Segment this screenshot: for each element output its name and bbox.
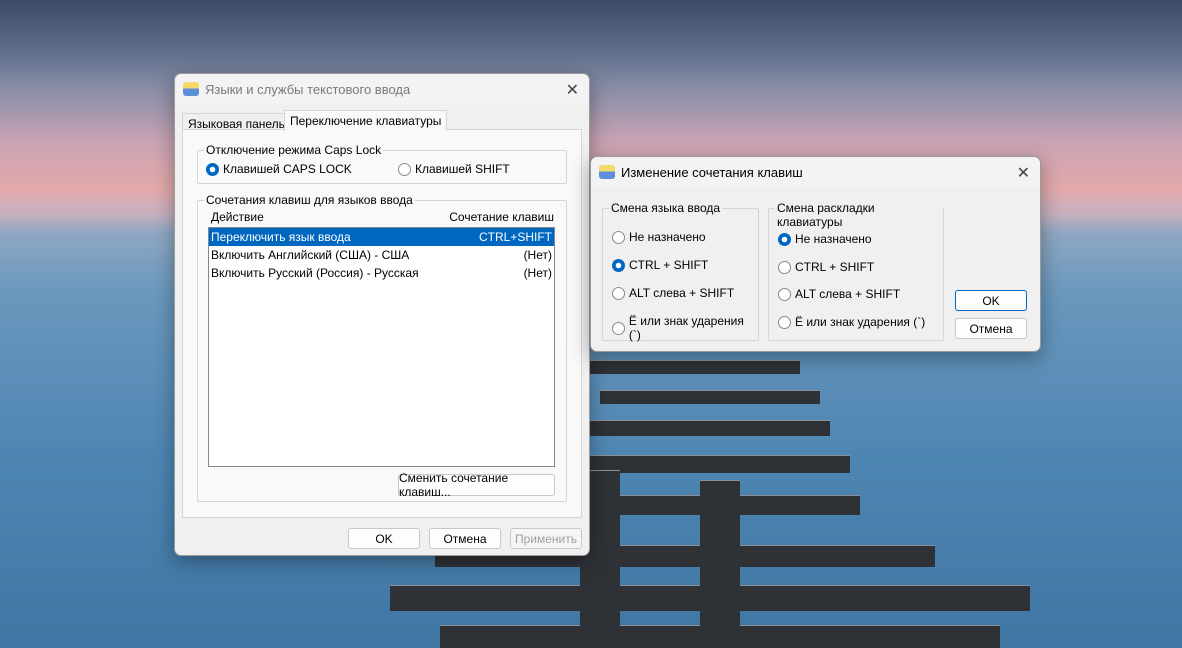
ok-button[interactable]: OK	[348, 528, 420, 549]
radio-layout-grave[interactable]: Ё или знак ударения (`)	[778, 315, 925, 329]
close-icon[interactable]: ✕	[566, 80, 579, 100]
pier-plank	[600, 390, 820, 404]
radio-caps-lock[interactable]: Клавишей CAPS LOCK	[206, 162, 352, 176]
hotkeys-group: Сочетания клавиш для языков ввода Действ…	[197, 193, 567, 502]
keyboard-icon	[183, 82, 199, 96]
group-label: Смена раскладки клавиатуры	[775, 201, 943, 229]
radio-lang-alt-shift[interactable]: ALT слева + SHIFT	[612, 286, 734, 300]
ok-button[interactable]: OK	[955, 290, 1027, 311]
group-label: Отключение режима Caps Lock	[204, 143, 384, 157]
radio-label: CTRL + SHIFT	[795, 260, 875, 274]
dialog-title: Языки и службы текстового ввода	[205, 81, 411, 97]
close-icon[interactable]: ✕	[1017, 163, 1030, 183]
pier-beam	[700, 480, 740, 648]
change-key-sequence-button[interactable]: Сменить сочетание клавиш...	[398, 471, 555, 499]
change-key-sequence-dialog: Изменение сочетания клавиш ✕ Смена языка…	[590, 156, 1041, 352]
radio-label: ALT слева + SHIFT	[795, 287, 901, 301]
radio-label: Ё или знак ударения (`)	[628, 314, 744, 342]
cancel-button[interactable]: Отмена	[429, 528, 501, 549]
text-services-dialog: Языки и службы текстового ввода ✕ Языков…	[174, 73, 590, 556]
keys-label: (Нет)	[523, 266, 552, 280]
keys-label: CTRL+SHIFT	[478, 230, 552, 244]
radio-icon	[778, 287, 791, 301]
dialog-title: Изменение сочетания клавиш	[621, 164, 803, 180]
pier-plank	[590, 420, 830, 436]
radio-lang-none[interactable]: Не назначено	[612, 230, 706, 244]
title-bar: Изменение сочетания клавиш ✕	[591, 157, 1040, 187]
group-label: Смена языка ввода	[609, 201, 723, 215]
action-label: Переключить язык ввода	[211, 230, 351, 244]
keys-label: (Нет)	[523, 248, 552, 262]
list-item[interactable]: Включить Русский (Россия) - Русская (Нет)	[209, 264, 554, 282]
radio-label: Не назначено	[629, 230, 706, 244]
radio-icon	[398, 162, 411, 176]
tab-keyboard-switching[interactable]: Переключение клавиатуры	[284, 110, 448, 131]
radio-lang-grave[interactable]: Ё или знак ударения (`)	[612, 314, 758, 342]
action-label: Включить Английский (США) - США	[211, 248, 410, 262]
radio-label: Клавишей CAPS LOCK	[223, 162, 352, 176]
radio-label: Ё или знак ударения (`)	[795, 315, 926, 329]
radio-label: CTRL + SHIFT	[629, 258, 709, 272]
list-item[interactable]: Переключить язык ввода CTRL+SHIFT	[209, 228, 554, 246]
radio-label: Не назначено	[795, 232, 872, 246]
radio-icon	[778, 315, 791, 329]
group-label: Сочетания клавиш для языков ввода	[204, 193, 415, 207]
keyboard-icon	[599, 165, 615, 179]
radio-label: Клавишей SHIFT	[415, 162, 510, 176]
action-label: Включить Русский (Россия) - Русская	[211, 266, 419, 280]
radio-icon	[612, 321, 625, 335]
radio-icon	[206, 162, 219, 176]
radio-label: ALT слева + SHIFT	[629, 286, 735, 300]
radio-icon	[778, 232, 791, 246]
radio-layout-ctrl-shift[interactable]: CTRL + SHIFT	[778, 260, 874, 274]
radio-lang-ctrl-shift[interactable]: CTRL + SHIFT	[612, 258, 708, 272]
radio-icon	[612, 286, 625, 300]
pier-plank	[580, 455, 850, 473]
column-header-keys: Сочетание клавиш	[449, 210, 554, 224]
cancel-button[interactable]: Отмена	[955, 318, 1027, 339]
column-header-action: Действие	[211, 210, 264, 224]
radio-icon	[612, 230, 625, 244]
radio-layout-none[interactable]: Не назначено	[778, 232, 872, 246]
list-item[interactable]: Включить Английский (США) - США (Нет)	[209, 246, 554, 264]
radio-layout-alt-shift[interactable]: ALT слева + SHIFT	[778, 287, 900, 301]
apply-button[interactable]: Применить	[510, 528, 582, 549]
keyboard-layout-group: Смена раскладки клавиатуры Не назначено …	[768, 201, 944, 341]
radio-icon	[778, 260, 791, 274]
title-bar: Языки и службы текстового ввода ✕	[175, 74, 589, 104]
caps-lock-group: Отключение режима Caps Lock Клавишей CAP…	[197, 143, 567, 184]
input-language-group: Смена языка ввода Не назначено CTRL + SH…	[602, 201, 759, 342]
pier-plank	[590, 360, 800, 374]
tab-panel: Отключение режима Caps Lock Клавишей CAP…	[182, 129, 582, 518]
hotkeys-list[interactable]: Переключить язык ввода CTRL+SHIFT Включит…	[208, 227, 555, 467]
radio-shift[interactable]: Клавишей SHIFT	[398, 162, 510, 176]
radio-icon	[612, 258, 625, 272]
